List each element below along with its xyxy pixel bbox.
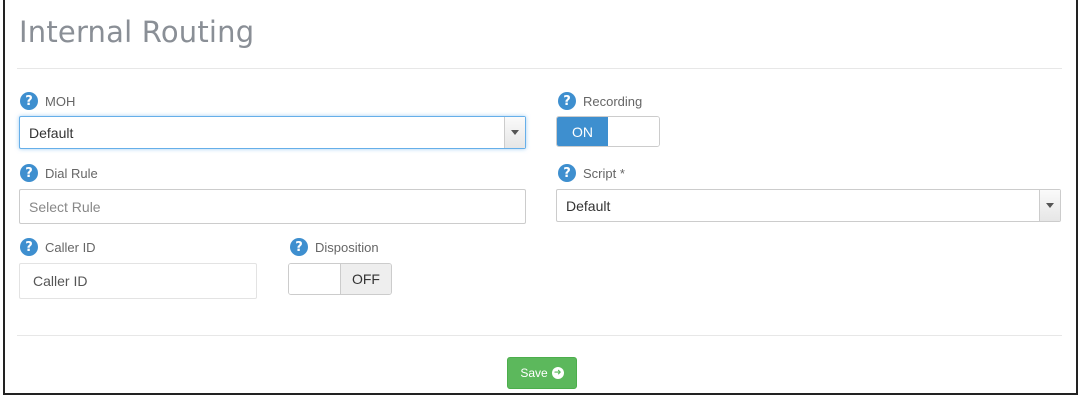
disposition-toggle-off[interactable]: OFF xyxy=(339,264,391,294)
caller-id-label-group: ? Caller ID xyxy=(20,238,96,256)
dial-rule-label: Dial Rule xyxy=(45,165,98,181)
caret-down-icon xyxy=(511,130,519,135)
save-button-label: Save xyxy=(520,366,548,380)
moh-select-value: Default xyxy=(29,124,74,141)
recording-label-group: ? Recording xyxy=(558,92,642,110)
help-icon[interactable]: ? xyxy=(290,238,308,256)
script-select[interactable]: Default xyxy=(556,189,1061,222)
dial-rule-label-group: ? Dial Rule xyxy=(20,164,98,182)
script-label-group: ? Script * xyxy=(558,164,625,182)
caret-down-icon xyxy=(1046,203,1054,208)
recording-toggle-on[interactable]: ON xyxy=(557,117,608,146)
caller-id-label: Caller ID xyxy=(45,239,96,255)
dial-rule-placeholder: Select Rule xyxy=(29,198,101,215)
script-select-value: Default xyxy=(566,197,611,214)
arrow-circle-right-icon: ➜ xyxy=(551,367,564,379)
moh-dropdown-toggle[interactable] xyxy=(504,117,525,148)
page-title: Internal Routing xyxy=(19,15,255,49)
footer-divider xyxy=(17,335,1062,336)
help-icon[interactable]: ? xyxy=(20,92,38,110)
internal-routing-panel: Internal Routing ? MOH Default ? Recordi… xyxy=(3,0,1078,395)
caller-id-placeholder: Caller ID xyxy=(33,273,88,289)
help-icon[interactable]: ? xyxy=(558,164,576,182)
moh-label: MOH xyxy=(45,93,76,109)
recording-label: Recording xyxy=(583,93,643,109)
help-icon[interactable]: ? xyxy=(20,238,38,256)
disposition-toggle[interactable]: OFF xyxy=(288,263,392,295)
recording-toggle-handle[interactable] xyxy=(608,117,659,146)
moh-select[interactable]: Default xyxy=(19,116,526,149)
disposition-label-group: ? Disposition xyxy=(290,238,379,256)
dial-rule-input[interactable]: Select Rule xyxy=(19,189,526,224)
help-icon[interactable]: ? xyxy=(20,164,38,182)
caller-id-input[interactable]: Caller ID xyxy=(19,263,257,299)
recording-toggle[interactable]: ON xyxy=(556,116,660,147)
disposition-toggle-handle[interactable] xyxy=(289,264,340,294)
disposition-label: Disposition xyxy=(315,239,379,255)
moh-label-group: ? MOH xyxy=(20,92,75,110)
save-button[interactable]: Save ➜ xyxy=(507,357,577,389)
help-icon[interactable]: ? xyxy=(558,92,576,110)
script-dropdown-toggle[interactable] xyxy=(1039,190,1060,221)
script-label: Script * xyxy=(583,165,625,181)
header-divider xyxy=(17,68,1062,69)
